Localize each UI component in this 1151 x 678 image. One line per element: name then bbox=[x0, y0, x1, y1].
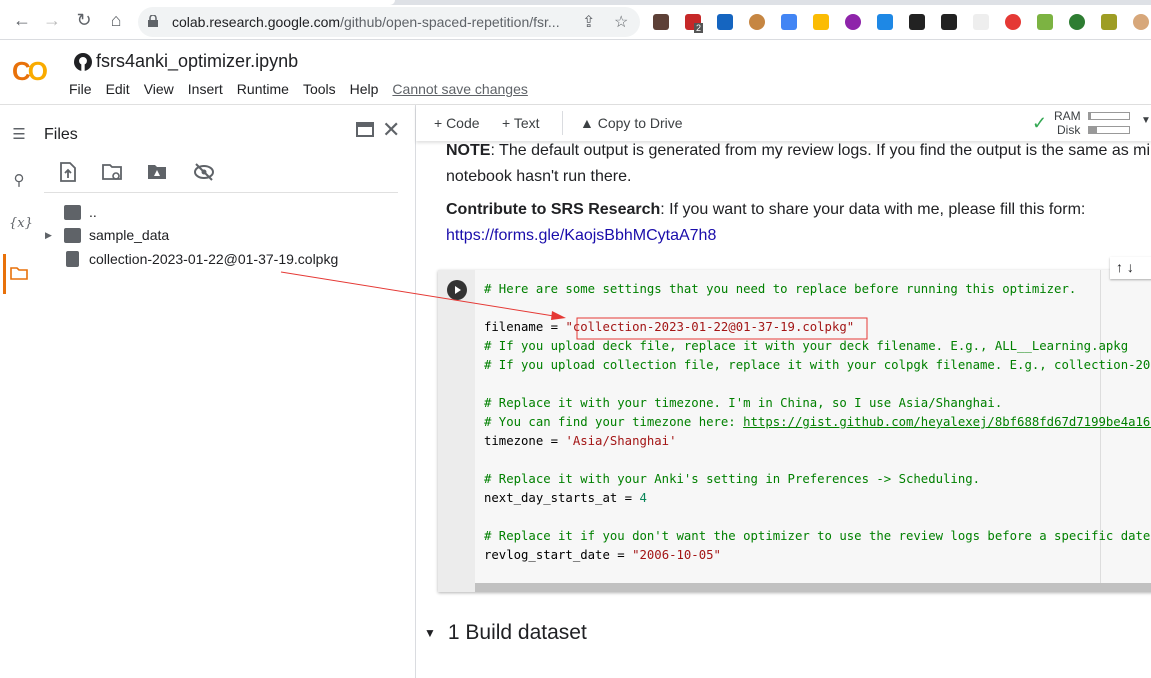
cannot-save-link[interactable]: Cannot save changes bbox=[392, 81, 527, 97]
extension-icon[interactable] bbox=[877, 14, 893, 30]
share-icon[interactable]: ⇪ bbox=[582, 12, 595, 32]
copy-to-drive-label: Copy to Drive bbox=[597, 115, 683, 131]
cell-gutter bbox=[438, 270, 475, 592]
extension-icon[interactable] bbox=[973, 14, 989, 30]
folder-icon[interactable] bbox=[9, 263, 29, 283]
note-paragraph-cont: notebook hasn't run there. bbox=[446, 168, 632, 185]
horizontal-scrollbar[interactable] bbox=[475, 583, 1151, 592]
home-icon[interactable]: ⌂ bbox=[104, 10, 128, 31]
reload-icon[interactable]: ↻ bbox=[72, 10, 96, 31]
runtime-dropdown-icon[interactable]: ▼ bbox=[1141, 115, 1151, 126]
extension-icon[interactable] bbox=[941, 14, 957, 30]
form-link[interactable]: https://forms.gle/KaojsBbhMCytaA7h8 bbox=[446, 227, 716, 244]
extension-icon[interactable] bbox=[1005, 14, 1021, 30]
upload-file-icon[interactable] bbox=[57, 161, 79, 183]
colab-header: CO fsrs4anki_optimizer.ipynb File Edit V… bbox=[0, 40, 1151, 105]
active-indicator bbox=[3, 254, 6, 294]
cookie-extension-icon[interactable] bbox=[749, 14, 765, 30]
refresh-folder-icon[interactable] bbox=[101, 161, 123, 183]
expand-arrow-icon[interactable]: ▶ bbox=[45, 230, 52, 241]
parent-folder-icon bbox=[64, 204, 81, 220]
hide-files-icon[interactable] bbox=[193, 161, 215, 183]
back-icon[interactable]: ← bbox=[10, 10, 34, 31]
extension-icon[interactable] bbox=[1101, 14, 1117, 30]
apps-extension-icon[interactable] bbox=[813, 14, 829, 30]
move-cell-down-icon[interactable]: ↓ bbox=[1127, 259, 1134, 275]
file-icon bbox=[66, 251, 79, 267]
move-cell-up-icon[interactable]: ↑ bbox=[1116, 259, 1123, 275]
disk-label: Disk bbox=[1057, 123, 1081, 137]
add-text-button[interactable]: + Text bbox=[502, 115, 540, 131]
check-extension-icon[interactable] bbox=[1037, 14, 1053, 30]
files-panel-title: Files bbox=[44, 126, 78, 143]
notebook-toolbar: + Code + Text ▲ Copy to Drive ✓ RAM Disk … bbox=[416, 105, 1151, 141]
files-panel: Files ✕ .. ▶ sample_data collection-2023-… bbox=[38, 105, 416, 678]
divider bbox=[44, 192, 398, 193]
code-cell[interactable]: # Here are some settings that you need t… bbox=[438, 270, 1151, 592]
code-editor[interactable]: # Here are some settings that you need t… bbox=[484, 280, 1151, 565]
url-text: colab.research.google.com/github/open-sp… bbox=[172, 14, 560, 30]
search-icon[interactable]: ⚲ bbox=[9, 171, 29, 191]
divider bbox=[562, 111, 563, 135]
folder-icon bbox=[64, 227, 81, 243]
menu-file[interactable]: File bbox=[69, 81, 92, 97]
cell-toolbar: ↑ ↓ bbox=[1110, 257, 1151, 279]
menu-runtime[interactable]: Runtime bbox=[237, 81, 289, 97]
section-heading[interactable]: ▼ 1 Build dataset bbox=[424, 621, 587, 645]
menu-help[interactable]: Help bbox=[350, 81, 379, 97]
table-of-contents-icon[interactable]: ☰ bbox=[9, 125, 29, 145]
menu-view[interactable]: View bbox=[144, 81, 174, 97]
ram-bar bbox=[1088, 112, 1130, 120]
maximize-panel-icon[interactable] bbox=[356, 122, 374, 137]
menu-tools[interactable]: Tools bbox=[303, 81, 336, 97]
extension-icon[interactable] bbox=[717, 14, 733, 30]
disk-bar bbox=[1088, 126, 1130, 134]
notebook-content: NOTE: The default output is generated fr… bbox=[416, 141, 1151, 678]
notebook-title-text[interactable]: fsrs4anki_optimizer.ipynb bbox=[96, 51, 298, 72]
extension-icon[interactable] bbox=[653, 14, 669, 30]
menu-edit[interactable]: Edit bbox=[106, 81, 130, 97]
colab-logo: CO bbox=[12, 56, 48, 86]
mount-drive-icon[interactable] bbox=[146, 161, 168, 183]
file-item-sample-data[interactable]: ▶ sample_data bbox=[45, 227, 170, 243]
forward-icon[interactable]: → bbox=[40, 10, 64, 31]
side-rail: ☰ ⚲ {x} bbox=[0, 105, 38, 678]
notebook-title[interactable]: fsrs4anki_optimizer.ipynb bbox=[74, 51, 298, 72]
extension-icon[interactable] bbox=[1069, 14, 1085, 30]
file-name: .. bbox=[89, 204, 97, 220]
collapse-caret-icon[interactable]: ▼ bbox=[424, 626, 436, 640]
section-title: 1 Build dataset bbox=[447, 621, 587, 644]
browser-toolbar: ← → ↻ ⌂ colab.research.google.com/github… bbox=[0, 5, 1151, 40]
menu-bar: File Edit View Insert Runtime Tools Help… bbox=[69, 81, 542, 97]
add-code-button[interactable]: + Code bbox=[434, 115, 480, 131]
close-icon[interactable]: ✕ bbox=[382, 117, 400, 143]
file-name: sample_data bbox=[89, 227, 170, 243]
form-link-line: https://forms.gle/KaojsBbhMCytaA7h8 bbox=[446, 223, 716, 249]
ram-label: RAM bbox=[1054, 109, 1081, 123]
note-paragraph: NOTE: The default output is generated fr… bbox=[446, 142, 1151, 159]
file-item-parent[interactable]: .. bbox=[64, 204, 97, 220]
extension-icon[interactable] bbox=[845, 14, 861, 30]
file-name: collection-2023-01-22@01-37-19.colpkg bbox=[89, 251, 339, 267]
menu-insert[interactable]: Insert bbox=[188, 81, 223, 97]
github-icon bbox=[74, 52, 92, 71]
drive-icon: ▲ bbox=[580, 115, 598, 131]
variables-icon[interactable]: {x} bbox=[9, 216, 33, 236]
extension-icon[interactable]: 2 bbox=[685, 14, 704, 33]
run-cell-button[interactable] bbox=[447, 280, 467, 300]
link-extension-icon[interactable] bbox=[781, 14, 797, 30]
contribute-paragraph: Contribute to SRS Research: If you want … bbox=[446, 201, 1086, 218]
copy-to-drive-button[interactable]: ▲ Copy to Drive bbox=[580, 115, 683, 131]
lock-icon bbox=[148, 15, 158, 27]
bookmark-star-icon[interactable]: ☆ bbox=[614, 12, 628, 32]
address-bar[interactable]: colab.research.google.com/github/open-sp… bbox=[138, 7, 640, 37]
resource-monitor[interactable]: RAM Disk bbox=[1054, 109, 1081, 137]
connected-check-icon: ✓ bbox=[1032, 113, 1048, 133]
file-item-colpkg[interactable]: collection-2023-01-22@01-37-19.colpkg bbox=[64, 251, 338, 267]
rss-extension-icon[interactable] bbox=[909, 14, 925, 30]
profile-avatar[interactable] bbox=[1133, 14, 1149, 30]
